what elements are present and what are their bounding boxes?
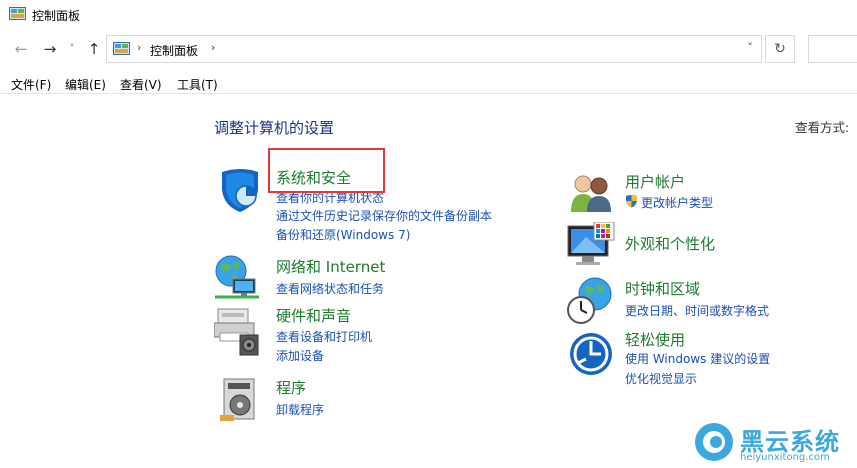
view-by-label: 查看方式:: [795, 120, 850, 135]
monitor-icon: [567, 222, 615, 265]
menu-view[interactable]: 查看(V): [120, 76, 162, 93]
link-change-date-time-format[interactable]: 更改日期、时间或数字格式: [625, 302, 769, 319]
breadcrumb-separator[interactable]: ›: [137, 41, 141, 54]
cloud-logo-icon: [695, 423, 733, 461]
recent-locations-button[interactable]: ˅: [66, 40, 78, 58]
menu-tools[interactable]: 工具(T): [177, 76, 218, 93]
refresh-button[interactable]: ↻: [765, 35, 795, 63]
ease-of-access-icon: [570, 333, 612, 375]
page-title: 调整计算机的设置: [214, 119, 335, 137]
watermark-url: heiyunxitong.com: [740, 452, 830, 463]
category-programs[interactable]: 程序: [276, 377, 306, 398]
clock-globe-icon: [567, 277, 612, 324]
search-input[interactable]: [808, 35, 857, 63]
control-panel-icon: [113, 42, 130, 55]
address-dropdown-button[interactable]: ˅: [748, 41, 754, 54]
control-panel-icon: [9, 7, 26, 20]
back-button[interactable]: ←: [12, 40, 30, 58]
address-bar[interactable]: › 控制面板 › ˅: [106, 35, 762, 63]
link-change-account-type[interactable]: 更改帐户类型: [641, 194, 713, 211]
category-appearance-personalization[interactable]: 外观和个性化: [625, 233, 715, 254]
category-ease-of-access[interactable]: 轻松使用: [625, 329, 685, 350]
category-user-accounts[interactable]: 用户帐户: [625, 171, 685, 192]
breadcrumb-separator[interactable]: ›: [211, 41, 215, 54]
highlight-box: [268, 148, 385, 193]
breadcrumb-control-panel[interactable]: 控制面板: [150, 42, 198, 59]
title-bar: 控制面板: [0, 0, 857, 30]
uac-shield-icon: [626, 195, 637, 208]
menu-bar: 文件(F) 编辑(E) 查看(V) 工具(T): [0, 72, 857, 94]
programs-icon: [220, 378, 255, 421]
shield-icon: [222, 169, 258, 212]
printer-icon: [214, 308, 259, 356]
category-hardware-sound[interactable]: 硬件和声音: [276, 305, 351, 326]
link-devices-printers[interactable]: 查看设备和打印机: [276, 328, 372, 345]
watermark: 黑云系统 heiyunxitong.com: [694, 420, 857, 468]
link-backup-restore[interactable]: 备份和还原(Windows 7): [276, 226, 410, 243]
category-network-internet[interactable]: 网络和 Internet: [276, 256, 385, 277]
up-button[interactable]: ↑: [85, 40, 103, 58]
window-title: 控制面板: [32, 9, 81, 23]
link-recommended-settings[interactable]: 使用 Windows 建议的设置: [625, 350, 770, 367]
link-uninstall-program[interactable]: 卸载程序: [276, 401, 324, 418]
menu-file[interactable]: 文件(F): [11, 76, 51, 93]
menu-edit[interactable]: 编辑(E): [65, 76, 106, 93]
link-add-device[interactable]: 添加设备: [276, 347, 324, 364]
link-file-history[interactable]: 通过文件历史记录保存你的文件备份副本: [276, 207, 492, 224]
network-globe-icon: [215, 255, 259, 299]
link-network-status[interactable]: 查看网络状态和任务: [276, 280, 384, 297]
link-optimize-visual-display[interactable]: 优化视觉显示: [625, 370, 697, 387]
users-icon: [571, 175, 611, 212]
forward-button[interactable]: →: [41, 40, 59, 58]
category-clock-region[interactable]: 时钟和区域: [625, 278, 700, 299]
